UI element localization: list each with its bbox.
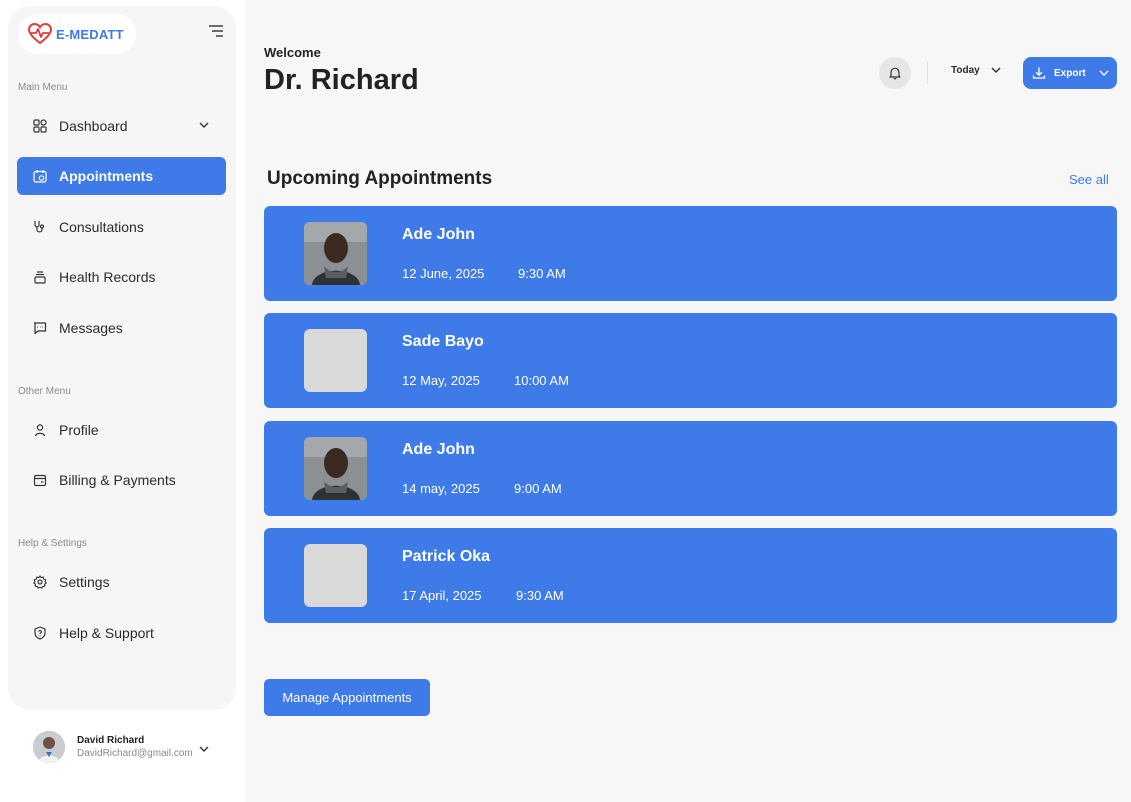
patient-photo xyxy=(304,437,367,500)
sidebar-item-health-records[interactable]: Health Records xyxy=(17,258,226,296)
help-settings-label: Help & Settings xyxy=(18,538,87,549)
main-menu-label: Main Menu xyxy=(18,82,68,93)
sidebar-item-settings[interactable]: Settings xyxy=(17,563,226,601)
sidebar-item-label: Settings xyxy=(59,574,110,590)
appointment-card[interactable]: Patrick Oka 17 April, 2025 9:30 AM xyxy=(264,528,1117,623)
export-button[interactable]: Export xyxy=(1023,57,1117,89)
sidebar-item-label: Billing & Payments xyxy=(59,472,176,488)
patient-name: Ade John xyxy=(402,226,475,243)
appointment-card[interactable]: Ade John 14 may, 2025 9:00 AM xyxy=(264,421,1117,516)
sidebar-item-label: Help & Support xyxy=(59,625,154,641)
menu-toggle-icon[interactable] xyxy=(208,24,224,38)
appointment-card[interactable]: Ade John 12 June, 2025 9:30 AM xyxy=(264,206,1117,301)
appointment-card[interactable]: Sade Bayo 12 May, 2025 10:00 AM xyxy=(264,313,1117,408)
bell-icon xyxy=(889,67,901,80)
appointment-time: 9:30 AM xyxy=(518,266,566,281)
brand-logo[interactable]: E-MEDATT xyxy=(18,14,136,54)
patient-name: Ade John xyxy=(402,441,475,458)
sidebar-item-label: Consultations xyxy=(59,219,144,235)
grid-icon xyxy=(33,119,47,133)
heart-pulse-icon xyxy=(28,23,52,45)
chevron-down-icon[interactable] xyxy=(198,743,210,755)
shield-help-icon xyxy=(34,626,46,640)
sidebar-item-appointments[interactable]: Appointments xyxy=(17,157,226,195)
sidebar-item-consultations[interactable]: Consultations xyxy=(17,208,226,246)
chevron-down-icon xyxy=(991,67,1001,73)
sidebar-item-label: Appointments xyxy=(59,168,154,184)
period-dropdown[interactable]: Today xyxy=(951,64,1002,76)
sidebar-item-dashboard[interactable]: Dashboard xyxy=(17,107,226,145)
welcome-text: Welcome xyxy=(264,45,321,60)
upcoming-appointments-title: Upcoming Appointments xyxy=(267,168,493,189)
message-icon xyxy=(33,322,47,335)
appointment-time: 9:00 AM xyxy=(514,481,562,496)
appointment-date: 12 May, 2025 xyxy=(402,373,480,388)
sidebar-item-label: Profile xyxy=(59,422,99,438)
manage-appointments-button[interactable]: Manage Appointments xyxy=(264,679,430,716)
appointment-date: 14 may, 2025 xyxy=(402,481,480,496)
sidebar-item-label: Health Records xyxy=(59,269,156,285)
sidebar-item-help-support[interactable]: Help & Support xyxy=(17,614,226,652)
appointment-time: 9:30 AM xyxy=(516,588,564,603)
sidebar-item-label: Messages xyxy=(59,320,123,336)
appointment-date: 17 April, 2025 xyxy=(402,588,482,603)
patient-photo xyxy=(304,222,367,285)
patient-photo-placeholder xyxy=(304,329,367,392)
appointment-time: 10:00 AM xyxy=(514,373,569,388)
notifications-button[interactable] xyxy=(879,57,911,89)
period-label: Today xyxy=(951,64,980,76)
see-all-link[interactable]: See all xyxy=(1069,172,1109,187)
sidebar-item-billing[interactable]: Billing & Payments xyxy=(17,461,226,499)
main-content: Welcome Dr. Richard Today Export Upcomin… xyxy=(245,0,1131,802)
header-divider xyxy=(927,62,928,84)
other-menu-label: Other Menu xyxy=(18,386,71,397)
user-icon xyxy=(34,424,46,437)
user-card[interactable]: David Richard DavidRichard@gmail.com xyxy=(33,731,193,763)
wallet-icon xyxy=(33,474,47,487)
sidebar: E-MEDATT Main Menu Dashboard Appointment… xyxy=(8,6,236,710)
avatar xyxy=(33,731,65,763)
patient-name: Sade Bayo xyxy=(402,333,484,350)
brand-name: E-MEDATT xyxy=(56,26,124,42)
sidebar-item-label: Dashboard xyxy=(59,118,128,134)
sidebar-item-messages[interactable]: Messages xyxy=(17,309,226,347)
page-title: Dr. Richard xyxy=(264,64,419,96)
records-icon xyxy=(34,271,46,284)
user-email: DavidRichard@gmail.com xyxy=(77,748,193,759)
chevron-down-icon xyxy=(1099,70,1109,76)
patient-photo-placeholder xyxy=(304,544,367,607)
calendar-icon xyxy=(33,170,47,183)
appointment-date: 12 June, 2025 xyxy=(402,266,485,281)
gear-icon xyxy=(33,575,47,589)
export-label: Export xyxy=(1054,67,1086,79)
download-icon xyxy=(1032,67,1046,79)
stethoscope-icon xyxy=(34,221,45,233)
patient-name: Patrick Oka xyxy=(402,548,491,565)
sidebar-item-profile[interactable]: Profile xyxy=(17,411,226,449)
user-name: David Richard xyxy=(77,735,145,746)
chevron-down-icon[interactable] xyxy=(198,119,210,131)
